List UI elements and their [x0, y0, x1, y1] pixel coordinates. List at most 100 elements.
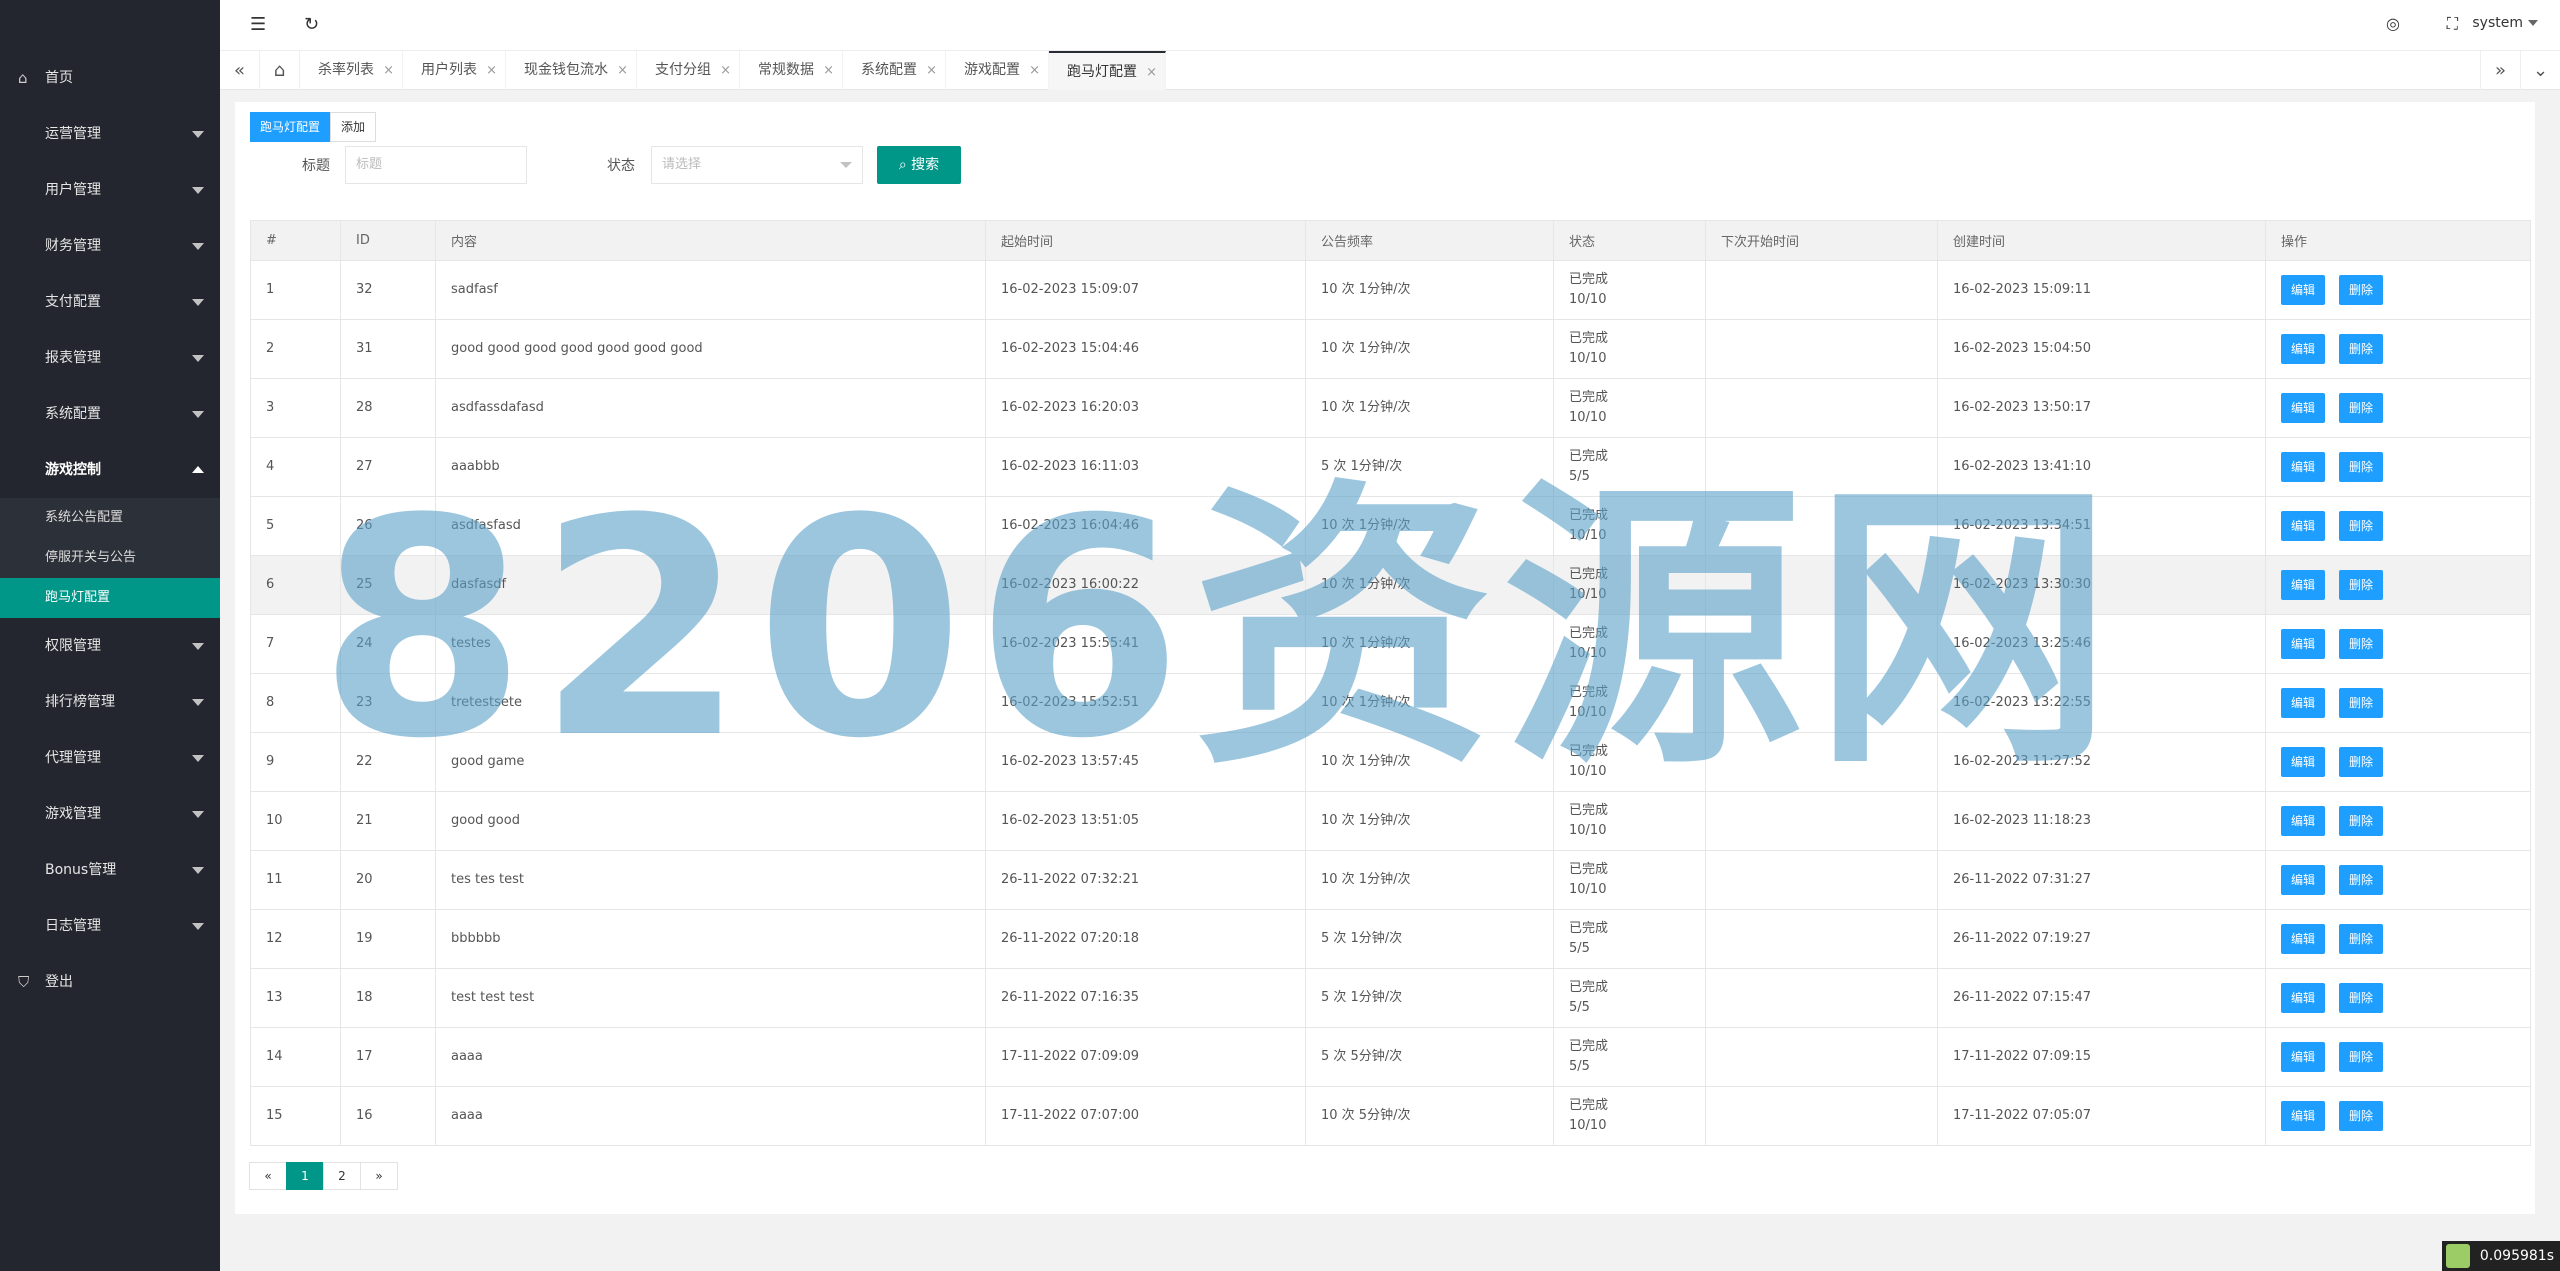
tab-marquee-config[interactable]: 跑马灯配置 — [250, 112, 331, 142]
nav-item-menu2-1[interactable]: 排行榜管理 — [0, 674, 220, 730]
delete-button[interactable]: 删除 — [2339, 924, 2384, 954]
nav-item-menu2-2[interactable]: 代理管理 — [0, 730, 220, 786]
edit-button[interactable]: 编辑 — [2281, 1042, 2326, 1072]
status-text: 已完成 — [1569, 272, 1609, 287]
nav-item-label: 运营管理 — [45, 126, 101, 142]
delete-button[interactable]: 删除 — [2339, 511, 2384, 541]
tab-3[interactable]: 支付分组 × — [637, 51, 740, 90]
actions-cell: 编辑 删除 — [2265, 909, 2531, 969]
topbar: ☰ ↻ ◎ ⛶ system — [220, 0, 2560, 50]
edit-button[interactable]: 编辑 — [2281, 393, 2326, 423]
close-icon[interactable]: × — [617, 51, 628, 90]
status-label: 状态 — [607, 158, 635, 174]
tabs-menu-icon[interactable]: ⌄ — [2520, 51, 2560, 90]
delete-button[interactable]: 删除 — [2339, 806, 2384, 836]
status-text: 已完成 — [1569, 390, 1609, 405]
close-icon[interactable]: × — [1029, 51, 1040, 90]
edit-button[interactable]: 编辑 — [2281, 334, 2326, 364]
tab-0[interactable]: 杀率列表 × — [300, 51, 403, 90]
nav-sub-system-notice[interactable]: 系统公告配置 — [0, 498, 220, 538]
table-header-cell: 下次开始时间 — [1705, 220, 1938, 261]
nav-item-label: 权限管理 — [45, 638, 101, 654]
refresh-icon[interactable]: ↻ — [304, 14, 319, 35]
edit-button[interactable]: 编辑 — [2281, 570, 2326, 600]
tab-6[interactable]: 游戏配置 × — [946, 51, 1049, 90]
edit-button[interactable]: 编辑 — [2281, 452, 2326, 482]
table-cell: 16-02-2023 15:04:50 — [1937, 319, 2266, 379]
edit-button[interactable]: 编辑 — [2281, 747, 2326, 777]
delete-button[interactable]: 删除 — [2339, 1101, 2384, 1131]
fullscreen-icon[interactable]: ⛶ — [2447, 14, 2458, 34]
delete-button[interactable]: 删除 — [2339, 983, 2384, 1013]
nav-item-menu2-5[interactable]: 日志管理 — [0, 898, 220, 954]
nav-item-menu2-3[interactable]: 游戏管理 — [0, 786, 220, 842]
edit-button[interactable]: 编辑 — [2281, 275, 2326, 305]
table-cell: aaaa — [435, 1027, 986, 1087]
nav-game-control[interactable]: 游戏控制 — [0, 442, 220, 498]
edit-button[interactable]: 编辑 — [2281, 629, 2326, 659]
status-count: 10/10 — [1569, 351, 1607, 366]
pager-next[interactable]: » — [360, 1162, 398, 1190]
search-button[interactable]: ⌕ 搜索 — [877, 146, 961, 184]
close-icon[interactable]: × — [823, 51, 834, 90]
close-icon[interactable]: × — [486, 51, 497, 90]
theme-icon[interactable]: ◎ — [2386, 14, 2400, 33]
delete-button[interactable]: 删除 — [2339, 393, 2384, 423]
status-select[interactable]: 请选择 — [651, 146, 863, 184]
pager-page[interactable]: 2 — [323, 1162, 361, 1190]
nav-item-menu-0[interactable]: 运营管理 — [0, 106, 220, 162]
edit-button[interactable]: 编辑 — [2281, 688, 2326, 718]
nav-item-menu2-0[interactable]: 权限管理 — [0, 618, 220, 674]
nav-sub-marquee[interactable]: 跑马灯配置 — [0, 578, 220, 618]
add-button[interactable]: 添加 — [330, 112, 377, 142]
table-cell: 2 — [250, 319, 341, 379]
nav-item-label: 日志管理 — [45, 918, 101, 934]
tab-5[interactable]: 系统配置 × — [843, 51, 946, 90]
edit-button[interactable]: 编辑 — [2281, 865, 2326, 895]
close-icon[interactable]: × — [720, 51, 731, 90]
chevron-down-icon — [192, 867, 204, 874]
nav-item-menu-1[interactable]: 用户管理 — [0, 162, 220, 218]
delete-button[interactable]: 删除 — [2339, 629, 2384, 659]
tab-1[interactable]: 用户列表 × — [403, 51, 506, 90]
delete-button[interactable]: 删除 — [2339, 1042, 2384, 1072]
close-icon[interactable]: × — [1146, 53, 1157, 92]
edit-button[interactable]: 编辑 — [2281, 806, 2326, 836]
actions-cell: 编辑 删除 — [2265, 555, 2531, 615]
table-cell: 31 — [340, 319, 436, 379]
close-icon[interactable]: × — [383, 51, 394, 90]
nav-item-menu2-4[interactable]: Bonus管理 — [0, 842, 220, 898]
delete-button[interactable]: 删除 — [2339, 275, 2384, 305]
close-icon[interactable]: × — [926, 51, 937, 90]
tab-7[interactable]: 跑马灯配置 × — [1049, 51, 1166, 90]
edit-button[interactable]: 编辑 — [2281, 983, 2326, 1013]
title-input[interactable]: 标题 — [345, 146, 527, 184]
delete-button[interactable]: 删除 — [2339, 747, 2384, 777]
delete-button[interactable]: 删除 — [2339, 570, 2384, 600]
nav-item-menu-4[interactable]: 报表管理 — [0, 330, 220, 386]
nav-logout[interactable]: ⛉ 登出 — [0, 954, 220, 1010]
edit-button[interactable]: 编辑 — [2281, 1101, 2326, 1131]
delete-button[interactable]: 删除 — [2339, 865, 2384, 895]
tab-4[interactable]: 常规数据 × — [740, 51, 843, 90]
menu-toggle-icon[interactable]: ☰ — [250, 14, 266, 35]
user-menu[interactable]: system — [2472, 15, 2538, 31]
status-cell: 已完成 10/10 — [1553, 1086, 1706, 1146]
nav-item-menu-3[interactable]: 支付配置 — [0, 274, 220, 330]
pager-prev[interactable]: « — [249, 1162, 287, 1190]
tab-2[interactable]: 现金钱包流水 × — [506, 51, 637, 90]
nav-item-menu-2[interactable]: 财务管理 — [0, 218, 220, 274]
delete-button[interactable]: 删除 — [2339, 688, 2384, 718]
home-tab-icon[interactable]: ⌂ — [260, 51, 300, 90]
nav-sub-maintenance[interactable]: 停服开关与公告 — [0, 538, 220, 578]
delete-button[interactable]: 删除 — [2339, 334, 2384, 364]
tabs-next-icon[interactable]: » — [2480, 51, 2520, 90]
nav-item-menu-5[interactable]: 系统配置 — [0, 386, 220, 442]
debug-logo-icon — [2445, 1244, 2470, 1268]
edit-button[interactable]: 编辑 — [2281, 511, 2326, 541]
delete-button[interactable]: 删除 — [2339, 452, 2384, 482]
tabs-prev-icon[interactable]: « — [220, 51, 260, 90]
pager-page[interactable]: 1 — [286, 1162, 324, 1190]
nav-home[interactable]: ⌂ 首页 — [0, 50, 220, 106]
edit-button[interactable]: 编辑 — [2281, 924, 2326, 954]
